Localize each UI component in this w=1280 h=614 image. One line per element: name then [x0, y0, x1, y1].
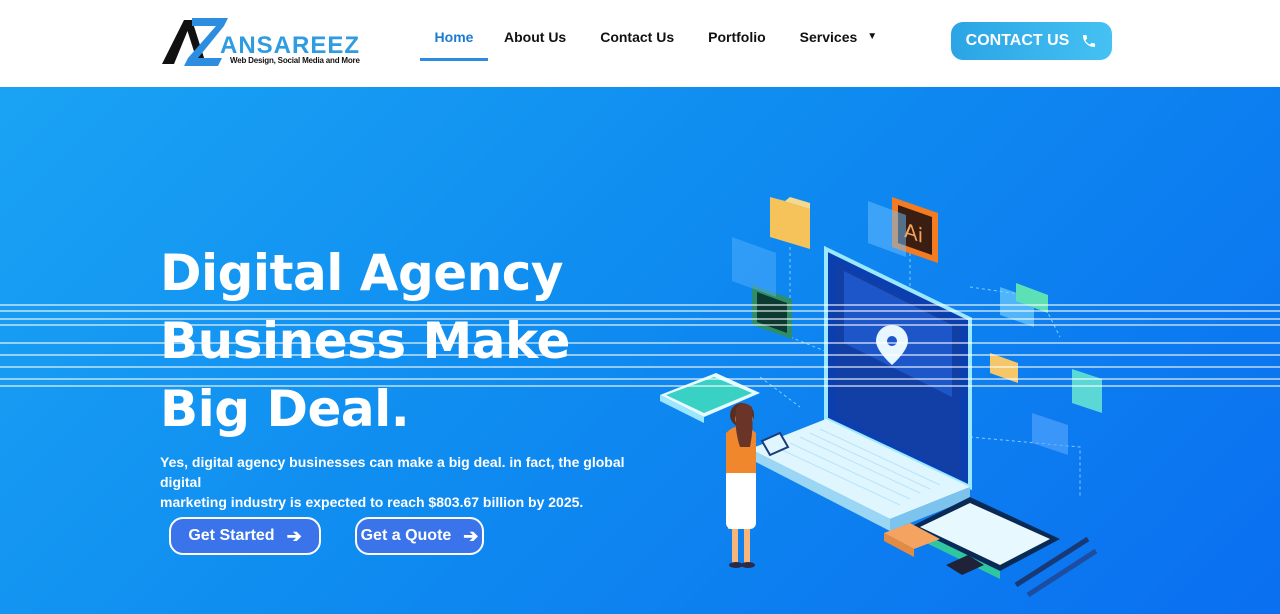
get-a-quote-button[interactable]: Get a Quote ➔ [355, 517, 484, 555]
phone-icon [1083, 35, 1096, 47]
get-started-label: Get Started [188, 527, 275, 544]
nav-item-about-us[interactable]: About Us [504, 0, 566, 87]
arrow-right-icon: ➔ [286, 525, 302, 546]
hero-title-line-2: Business Make [160, 312, 570, 370]
get-a-quote-label: Get a Quote [360, 527, 452, 544]
get-started-button[interactable]: Get Started ➔ [169, 517, 321, 555]
contact-us-label: CONTACT US [965, 32, 1070, 49]
nav-item-services[interactable]: Services ▼ [800, 0, 878, 87]
hero-description-line-2: marketing industry is expected to reach … [160, 494, 584, 510]
hero-title-line-3: Big Deal. [160, 380, 410, 438]
logo-tagline: Web Design, Social Media and More [230, 56, 360, 65]
site-header: ANSAREEZ Web Design, Social Media and Mo… [0, 0, 1280, 87]
nav-item-home[interactable]: Home [420, 0, 488, 87]
arrow-right-icon: ➔ [463, 525, 479, 546]
nav-item-portfolio[interactable]: Portfolio [708, 0, 766, 87]
hero-description-line-1: Yes, digital agency businesses can make … [160, 454, 625, 490]
digital-agency-illustration: Ai [660, 197, 1102, 598]
person-illustration [726, 403, 790, 568]
folder-icon [770, 197, 810, 249]
hero-title-line-1: Digital Agency [160, 244, 564, 302]
hero-title: Digital Agency Business Make Big Deal. [160, 239, 680, 443]
brand-logo[interactable]: ANSAREEZ Web Design, Social Media and Mo… [162, 14, 372, 68]
chevron-down-icon: ▼ [867, 31, 878, 42]
main-nav: Home About Us Contact Us Portfolio Servi… [420, 0, 877, 87]
hero-section: Digital Agency Business Make Big Deal. Y… [0, 87, 1280, 614]
contact-us-button[interactable]: CONTACT US [951, 22, 1112, 60]
hero-description: Yes, digital agency businesses can make … [160, 452, 640, 512]
nav-item-contact-us[interactable]: Contact Us [600, 0, 674, 87]
